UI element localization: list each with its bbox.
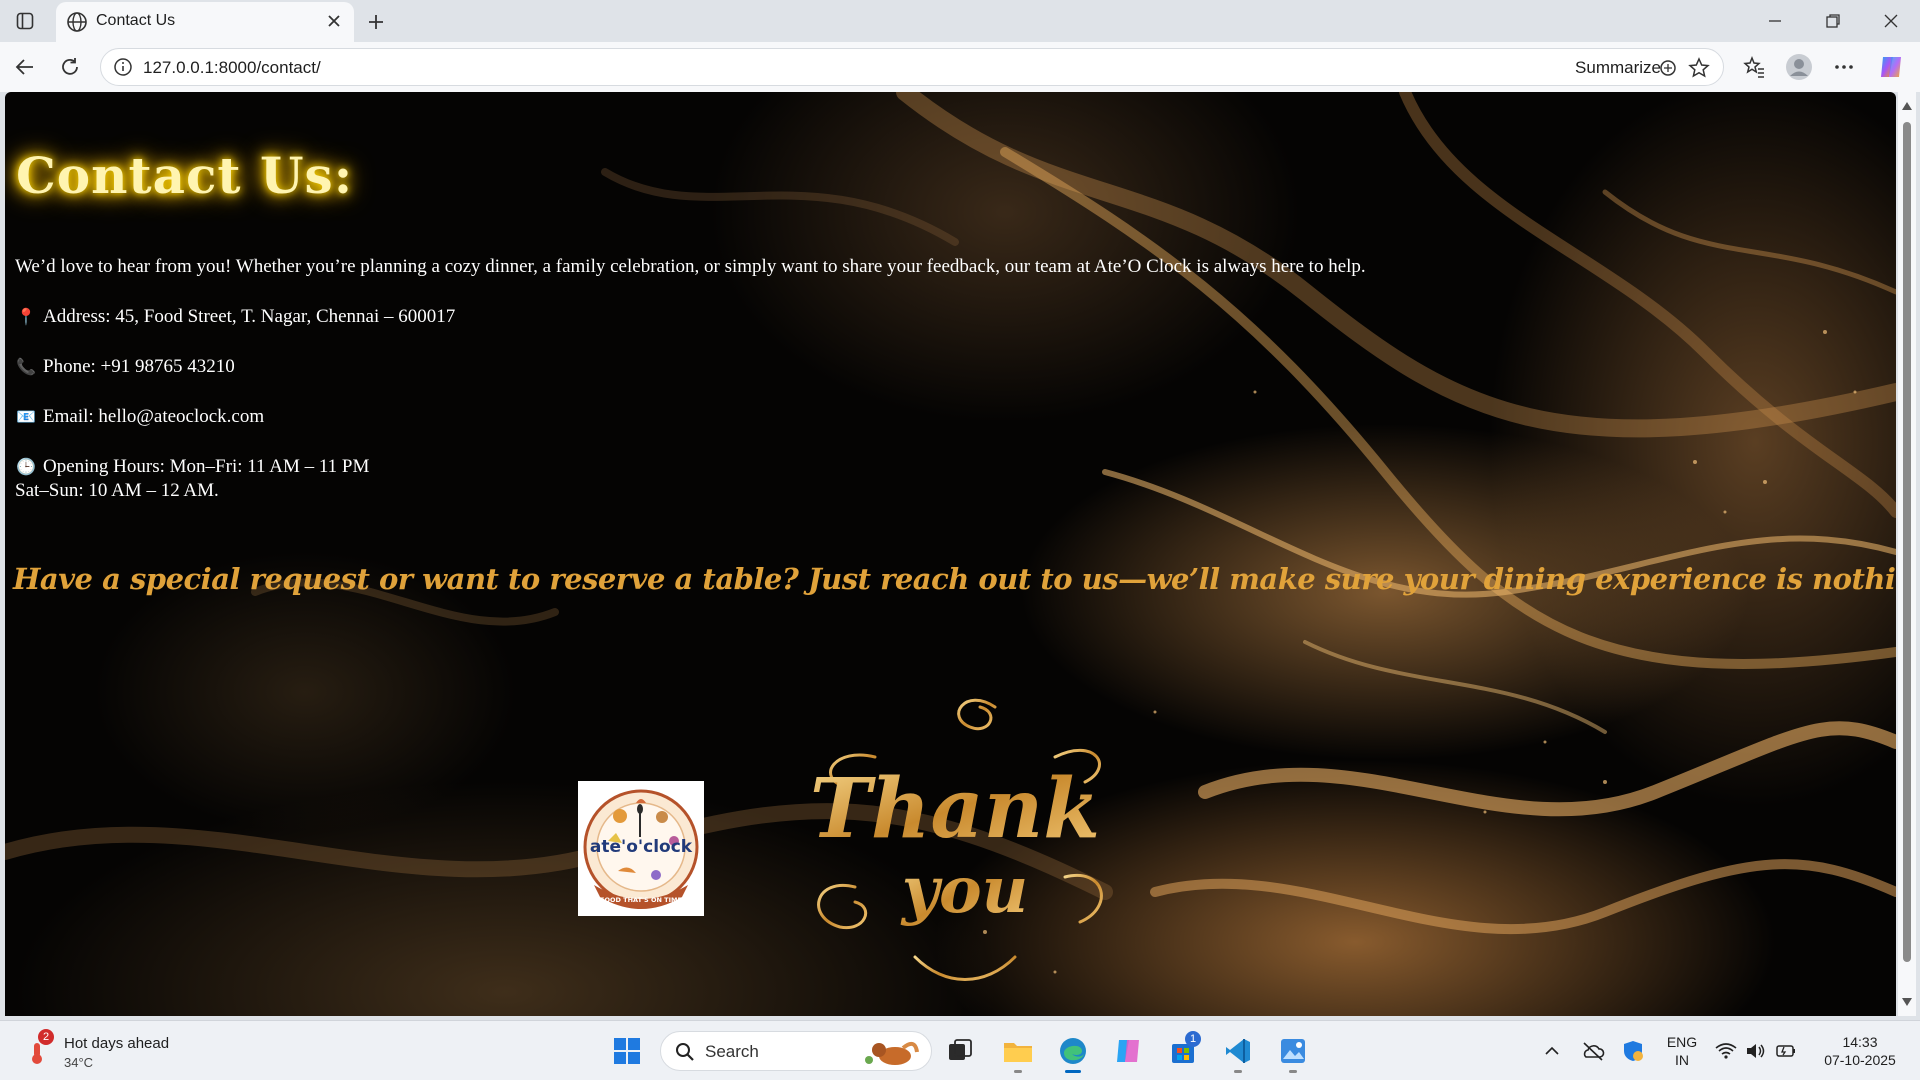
search-label: Search	[705, 1042, 759, 1061]
system-status-group[interactable]	[1706, 1031, 1806, 1071]
summarize-button[interactable]: Summarize	[1575, 58, 1661, 78]
email-text: Email: hello@ateoclock.com	[43, 406, 265, 427]
profile-avatar-icon[interactable]	[1785, 53, 1813, 81]
running-indicator	[1014, 1070, 1022, 1073]
volume-icon	[1747, 1044, 1765, 1058]
restore-button[interactable]	[1815, 8, 1851, 34]
phone-line: 📞 Phone: +91 98765 43210	[15, 355, 235, 379]
page-scrollbar[interactable]	[1898, 92, 1916, 1016]
close-tab-icon[interactable]	[324, 11, 344, 36]
search-highlight-icon	[865, 1041, 919, 1065]
reservation-tagline: Have a special request or want to reserv…	[13, 562, 1896, 596]
page-title: Contact Us:	[16, 146, 354, 205]
browser-toolbar: 127.0.0.1:8000/contact/ Summarize	[0, 42, 1920, 92]
running-indicator	[1234, 1070, 1242, 1073]
show-hidden-icons-icon[interactable]	[1532, 1031, 1572, 1071]
weather-alert-badge: 2	[38, 1029, 54, 1045]
close-window-button[interactable]	[1873, 8, 1909, 34]
restaurant-logo: ate'o'clock FOOD THAT'S ON TIME	[578, 781, 704, 916]
weather-widget[interactable]: 2 Hot days ahead 34°C	[24, 1029, 224, 1073]
task-view-icon[interactable]	[940, 1031, 980, 1071]
store-icon[interactable]: 1	[1163, 1031, 1203, 1071]
minimize-button[interactable]	[1757, 8, 1793, 34]
running-indicator	[1289, 1070, 1297, 1073]
thank-you-word-2: you	[900, 853, 1028, 928]
back-arrow-icon[interactable]	[11, 53, 39, 81]
site-info-icon[interactable]	[113, 57, 133, 82]
address-text: Address: 45, Food Street, T. Nagar, Chen…	[43, 306, 456, 327]
weather-temperature: 34°C	[64, 1055, 94, 1070]
email-icon: 📧	[16, 409, 36, 426]
scroll-up-icon[interactable]	[1902, 102, 1912, 110]
logo-subtitle: FOOD THAT'S ON TIME	[600, 896, 682, 904]
store-update-badge: 1	[1185, 1031, 1201, 1047]
search-icon	[676, 1043, 694, 1061]
address-bar[interactable]: 127.0.0.1:8000/contact/ Summarize	[100, 48, 1724, 86]
globe-icon	[66, 11, 88, 38]
security-shield-icon[interactable]	[1613, 1031, 1653, 1071]
phone-icon: 📞	[16, 359, 36, 376]
favorite-star-icon[interactable]	[1687, 56, 1711, 85]
favorites-icon[interactable]	[1740, 53, 1768, 81]
edge-browser-icon[interactable]	[1053, 1031, 1093, 1073]
start-windows-icon[interactable]	[607, 1031, 647, 1071]
vscode-icon[interactable]	[1218, 1031, 1258, 1073]
thank-you-graphic: Thank you	[795, 687, 1125, 1002]
language-indicator[interactable]: ENG IN	[1662, 1033, 1702, 1069]
email-line: 📧 Email: hello@ateoclock.com	[15, 405, 264, 429]
clock-time: 14:33	[1842, 1034, 1878, 1050]
url-text[interactable]: 127.0.0.1:8000/contact/	[143, 58, 321, 78]
more-options-icon[interactable]	[1830, 53, 1858, 81]
onedrive-offline-icon[interactable]	[1573, 1031, 1613, 1071]
thank-you-word-1: Thank	[810, 761, 1100, 857]
battery-icon	[1776, 1045, 1795, 1057]
address-line: 📍 Address: 45, Food Street, T. Nagar, Che…	[15, 305, 455, 329]
intro-text: We’d love to hear from you! Whether you’…	[15, 256, 1366, 277]
pin-icon: 📍	[16, 309, 36, 326]
scroll-down-icon[interactable]	[1902, 998, 1912, 1006]
region-code: IN	[1675, 1052, 1689, 1068]
copilot-taskbar-icon[interactable]	[1108, 1031, 1148, 1071]
weather-title: Hot days ahead	[64, 1035, 170, 1052]
hours-line: 🕒 Opening Hours: Mon–Fri: 11 AM – 11 PM S…	[15, 455, 369, 502]
clock-date: 07-10-2025	[1824, 1052, 1896, 1068]
hours-text-weekday: Opening Hours: Mon–Fri: 11 AM – 11 PM	[43, 456, 370, 477]
taskbar-search[interactable]: Search	[660, 1031, 932, 1071]
clock[interactable]: 14:33 07-10-2025	[1810, 1033, 1910, 1069]
wifi-icon	[1715, 1043, 1737, 1059]
language-code: ENG	[1666, 1034, 1698, 1050]
clock-icon: 🕒	[16, 459, 36, 476]
new-tab-button[interactable]	[362, 8, 390, 36]
active-indicator	[1065, 1070, 1081, 1073]
page-viewport: Contact Us: We’d love to hear from you! …	[5, 92, 1896, 1016]
scroll-thumb[interactable]	[1903, 122, 1911, 962]
copilot-icon[interactable]	[1877, 53, 1905, 81]
photos-app-icon[interactable]	[1273, 1031, 1313, 1073]
logo-wordmark: ate'o'clock	[590, 837, 693, 857]
hours-text-weekend: Sat–Sun: 10 AM – 12 AM.	[15, 480, 219, 501]
tab-contact-us[interactable]: Contact Us	[56, 2, 354, 42]
sidebar-toggle-icon[interactable]	[12, 8, 38, 34]
summarize-icon[interactable]	[1657, 57, 1679, 84]
tab-strip: Contact Us	[0, 0, 1920, 42]
phone-text: Phone: +91 98765 43210	[43, 356, 235, 377]
tab-title: Contact Us	[96, 12, 176, 29]
reload-icon[interactable]	[56, 53, 84, 81]
taskbar: 2 Hot days ahead 34°C Search 1 ENG IN 14…	[0, 1020, 1920, 1080]
file-explorer-icon[interactable]	[998, 1031, 1038, 1073]
